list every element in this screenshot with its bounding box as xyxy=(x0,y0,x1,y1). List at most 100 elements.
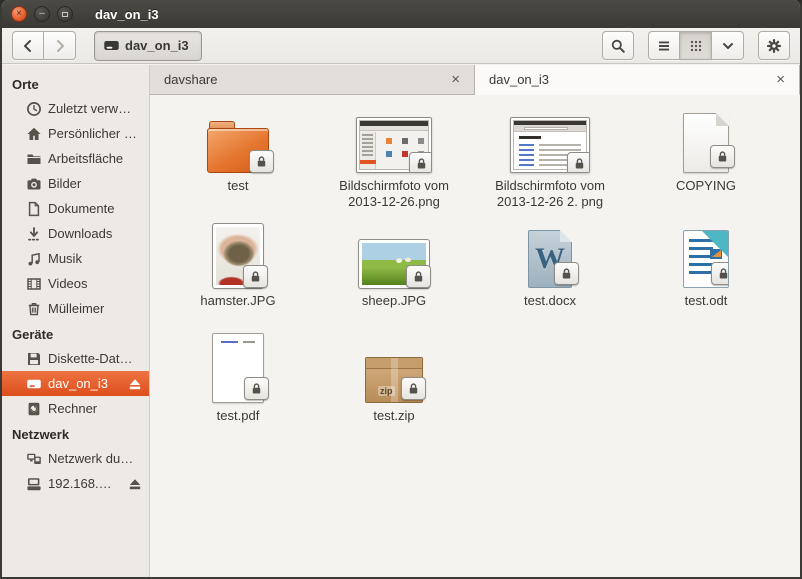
history-nav-group xyxy=(12,31,76,60)
lock-emblem-icon xyxy=(401,377,426,400)
clock-icon xyxy=(26,101,42,117)
tab-label: davshare xyxy=(164,72,217,87)
sidebar-section-header-places: Orte xyxy=(2,71,149,96)
tab-davshare[interactable]: davshare × xyxy=(150,65,475,94)
sidebar-item-downloads[interactable]: Downloads xyxy=(2,221,149,246)
file-item-test-zip[interactable]: zip test.zip xyxy=(316,333,472,448)
maximize-icon xyxy=(62,12,68,17)
lock-emblem-icon xyxy=(567,152,590,173)
file-name: hamster.JPG xyxy=(200,293,275,309)
tab-label: dav_on_i3 xyxy=(489,72,549,87)
sidebar-item-videos[interactable]: Videos xyxy=(2,271,149,296)
settings-menu-button[interactable] xyxy=(758,31,790,60)
main-area: Orte Zuletzt verw… Persönlicher … Arbeit… xyxy=(2,65,800,577)
sidebar-item-network-server[interactable]: 192.168.… xyxy=(2,471,149,496)
photo-thumbnail xyxy=(213,224,263,288)
file-item-test-docx[interactable]: W test.docx xyxy=(472,218,628,333)
close-window-button[interactable]: × xyxy=(11,6,27,22)
toolbar: dav_on_i3 xyxy=(2,28,800,64)
file-item-screenshot-1[interactable]: Bildschirmfoto vom 2013-12-26.png xyxy=(316,103,472,218)
file-item-sheep-jpg[interactable]: sheep.JPG xyxy=(316,218,472,333)
breadcrumb-label: dav_on_i3 xyxy=(125,38,189,53)
photo-thumbnail xyxy=(359,240,429,288)
odt-document-icon xyxy=(683,230,729,288)
lock-emblem-icon xyxy=(243,265,268,288)
lock-emblem-icon xyxy=(249,150,274,173)
tab-dav-on-i3[interactable]: dav_on_i3 × xyxy=(475,65,800,95)
folder-icon xyxy=(26,151,42,167)
toolbar-right-group xyxy=(602,31,790,60)
file-name: test.zip xyxy=(373,408,414,424)
file-item-test-folder[interactable]: test xyxy=(160,103,316,218)
forward-button[interactable] xyxy=(44,31,76,60)
lock-emblem-icon xyxy=(710,145,735,168)
tab-close-button[interactable]: × xyxy=(772,71,789,88)
zip-label: zip xyxy=(378,386,395,396)
file-name: test.pdf xyxy=(217,408,260,424)
eject-icon[interactable] xyxy=(127,376,143,392)
sidebar-item-pictures[interactable]: Bilder xyxy=(2,171,149,196)
sidebar-item-browse-network[interactable]: Netzwerk du… xyxy=(2,446,149,471)
trash-icon xyxy=(26,301,42,317)
file-name: test.docx xyxy=(524,293,576,309)
back-button[interactable] xyxy=(12,31,44,60)
sidebar-item-home[interactable]: Persönlicher … xyxy=(2,121,149,146)
list-view-icon xyxy=(656,38,672,54)
breadcrumb-location-button[interactable]: dav_on_i3 xyxy=(94,31,202,61)
window-title: dav_on_i3 xyxy=(95,7,159,22)
home-icon xyxy=(26,126,42,142)
drive-icon xyxy=(26,376,42,392)
file-name: test xyxy=(228,178,249,194)
file-name: Bildschirmfoto vom 2013-12-26.png xyxy=(325,178,463,211)
icon-grid: test Bildschirmfoto vom 2013-12-26.png xyxy=(160,103,800,448)
folder-icon xyxy=(207,121,269,173)
sidebar-item-music[interactable]: Musik xyxy=(2,246,149,271)
film-icon xyxy=(26,276,42,292)
file-item-test-pdf[interactable]: test.pdf xyxy=(160,333,316,448)
text-file-icon xyxy=(683,113,729,173)
file-name: COPYING xyxy=(676,178,736,194)
maximize-window-button[interactable] xyxy=(57,6,73,22)
eject-icon[interactable] xyxy=(127,476,143,492)
grid-view-icon xyxy=(688,38,704,54)
titlebar[interactable]: × – dav_on_i3 xyxy=(2,0,800,28)
music-icon xyxy=(26,251,42,267)
sidebar-section-header-network: Netzwerk xyxy=(2,421,149,446)
image-thumbnail xyxy=(510,117,590,173)
drive-icon xyxy=(103,37,120,54)
network-icon xyxy=(26,451,42,467)
search-button[interactable] xyxy=(602,31,634,60)
sidebar-item-documents[interactable]: Dokumente xyxy=(2,196,149,221)
image-thumbnail xyxy=(356,117,432,173)
lock-emblem-icon xyxy=(244,377,269,400)
file-view[interactable]: test Bildschirmfoto vom 2013-12-26.png xyxy=(150,95,800,577)
sidebar-item-floppy[interactable]: Diskette-Dat… xyxy=(2,346,149,371)
file-item-copying[interactable]: COPYING xyxy=(628,103,784,218)
chevron-down-icon xyxy=(720,38,736,54)
file-name: test.odt xyxy=(685,293,728,309)
lock-emblem-icon xyxy=(554,262,579,285)
tab-bar: davshare × dav_on_i3 × xyxy=(150,65,800,95)
lock-emblem-icon xyxy=(409,152,432,173)
network-drive-icon xyxy=(26,476,42,492)
file-name: sheep.JPG xyxy=(362,293,426,309)
sidebar-item-dav-on-i3[interactable]: dav_on_i3 xyxy=(2,371,149,396)
sidebar-item-trash[interactable]: Mülleimer xyxy=(2,296,149,321)
sidebar-item-recent[interactable]: Zuletzt verw… xyxy=(2,96,149,121)
grid-view-button[interactable] xyxy=(680,31,712,60)
content-column: davshare × dav_on_i3 × test xyxy=(150,65,800,577)
lock-emblem-icon xyxy=(711,262,729,285)
file-name: Bildschirmfoto vom 2013-12-26 2. png xyxy=(481,178,619,211)
minimize-window-button[interactable]: – xyxy=(34,6,50,22)
file-item-test-odt[interactable]: test.odt xyxy=(628,218,784,333)
sidebar-item-computer[interactable]: Rechner xyxy=(2,396,149,421)
view-options-dropdown-button[interactable] xyxy=(712,31,744,60)
file-item-hamster-jpg[interactable]: hamster.JPG xyxy=(160,218,316,333)
tab-close-button[interactable]: × xyxy=(447,71,464,88)
gear-icon xyxy=(766,38,782,54)
list-view-button[interactable] xyxy=(648,31,680,60)
camera-icon xyxy=(26,176,42,192)
file-item-screenshot-2[interactable]: Bildschirmfoto vom 2013-12-26 2. png xyxy=(472,103,628,218)
sidebar-item-desktop[interactable]: Arbeitsfläche xyxy=(2,146,149,171)
word-document-icon: W xyxy=(528,230,572,288)
